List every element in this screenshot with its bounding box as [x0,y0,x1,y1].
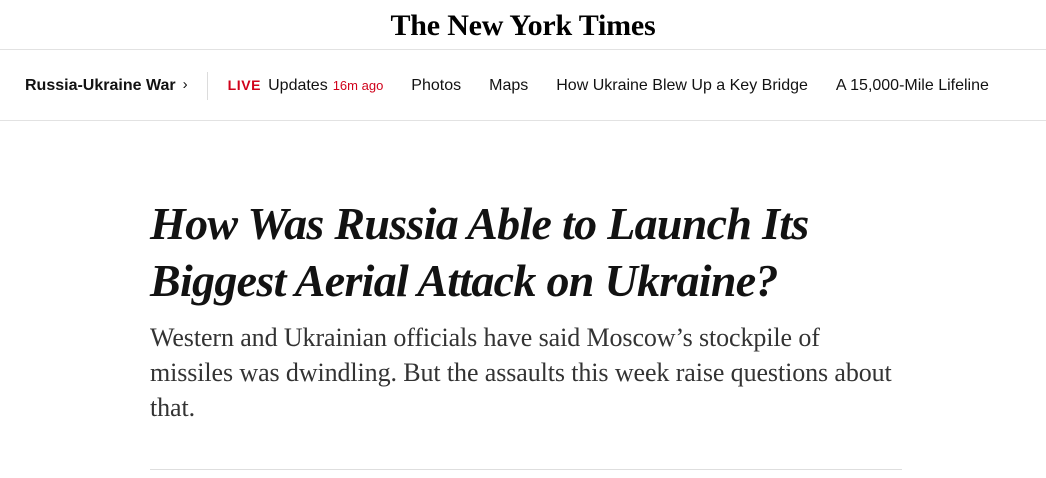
nav-item-key-bridge[interactable]: How Ukraine Blew Up a Key Bridge [556,77,808,95]
article-summary: Western and Ukrainian officials have sai… [150,323,892,422]
chevron-right-icon: › [182,76,188,93]
live-updates-link[interactable]: LIVE Updates 16m ago [228,77,384,95]
section-link-russia-ukraine-war[interactable]: Russia-Ukraine War › [25,76,188,95]
nav-item-photos[interactable]: Photos [411,77,461,95]
nav-item-maps[interactable]: Maps [489,77,528,95]
section-label: Russia-Ukraine War [25,76,176,94]
updates-label: Updates [268,76,328,94]
navigation-divider [206,71,208,100]
new-york-times-logo[interactable]: The New York Times [390,10,655,41]
updated-time: 16m ago [332,77,384,93]
article-divider [150,469,902,470]
masthead: The New York Times [0,0,1046,50]
nav-item-lifeline[interactable]: A 15,000-Mile Lifeline [836,77,989,95]
article-header: How Was Russia Able to Launch Its Bigges… [150,195,902,425]
article-navigation: Russia-Ukraine War › LIVE Updates 16m ag… [0,51,1046,121]
article-headline: How Was Russia Able to Launch Its Bigges… [150,198,809,306]
live-badge: LIVE [227,76,262,93]
